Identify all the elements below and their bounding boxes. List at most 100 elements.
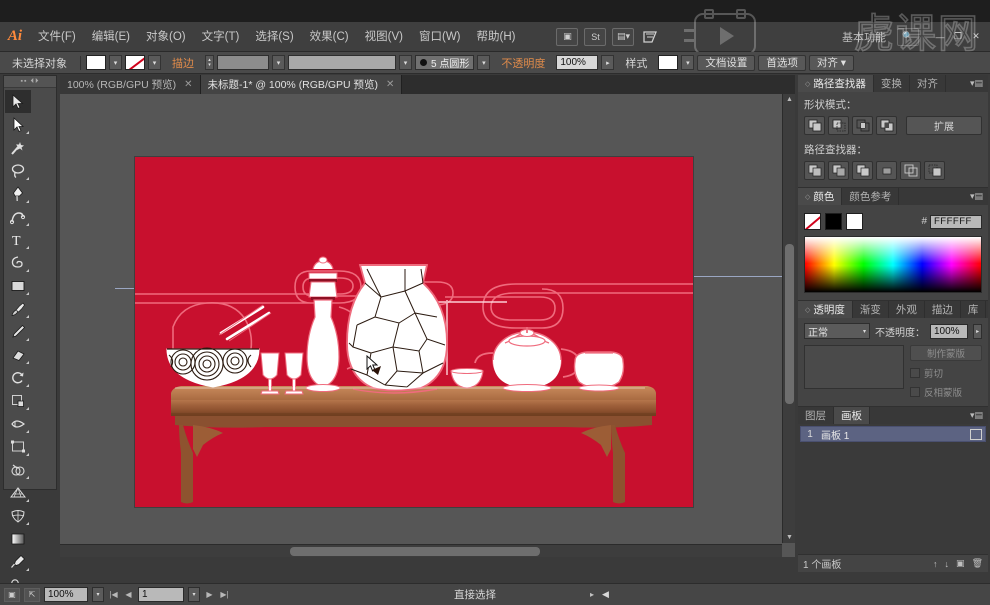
tab-transparency[interactable]: ◇ 透明度 (798, 301, 853, 318)
tab-gradient[interactable]: 渐变 (853, 301, 889, 318)
intersect-button[interactable] (852, 116, 873, 135)
prev-artboard-icon[interactable]: ◀ (123, 588, 134, 602)
tools-panel-grip[interactable]: ▪▪ ⏴⏵ (4, 76, 56, 88)
eyedropper-tool[interactable] (5, 550, 31, 573)
artboard-number-dropdown-icon[interactable]: ▾ (188, 587, 200, 602)
document-tab-2[interactable]: 未标题-1* @ 100% (RGB/GPU 预览) ✕ (200, 75, 403, 94)
panel-opacity-input[interactable]: 100% (930, 323, 969, 339)
tab-align[interactable]: 对齐 (910, 75, 946, 92)
last-artboard-icon[interactable]: ▶| (219, 588, 230, 602)
outline-button[interactable] (900, 161, 921, 180)
stock-icon[interactable]: St (584, 27, 607, 46)
export-icon[interactable]: ⇱ (24, 587, 40, 602)
invert-mask-checkbox-row[interactable]: 反相蒙版 (910, 385, 982, 399)
tab-transform[interactable]: 变换 (874, 75, 910, 92)
stroke-dropdown-icon[interactable]: ▾ (148, 55, 161, 70)
eraser-tool[interactable] (5, 343, 31, 366)
invert-mask-checkbox[interactable] (910, 387, 920, 397)
behance-icon[interactable] (640, 28, 662, 46)
artboard-canvas[interactable] (135, 157, 693, 507)
stroke-color-swatch[interactable] (125, 55, 145, 70)
curvature-tool[interactable] (5, 205, 31, 228)
trim-button[interactable] (828, 161, 849, 180)
minus-front-button[interactable] (828, 116, 849, 135)
move-up-icon[interactable]: ↑ (933, 559, 938, 569)
menu-effect[interactable]: 效果(C) (302, 22, 357, 52)
document-setup-button[interactable]: 文档设置 (697, 54, 756, 71)
gradient-tool[interactable] (5, 527, 31, 550)
zoom-level-dropdown-icon[interactable]: ▾ (92, 587, 104, 602)
status-menu-icon[interactable]: ▸ (590, 590, 594, 599)
menu-view[interactable]: 视图(V) (357, 22, 411, 52)
color-white-swatch[interactable] (846, 213, 863, 230)
artboard-number-input[interactable]: 1 (138, 587, 184, 602)
tab-layers[interactable]: 图层 (798, 407, 834, 424)
color-spectrum-ramp[interactable] (804, 236, 982, 293)
document-tab-1-close-icon[interactable]: ✕ (184, 79, 192, 90)
color-panel-menu-icon[interactable]: ▾▤ (965, 188, 988, 205)
fill-color-swatch[interactable] (86, 55, 106, 70)
bridge-icon[interactable]: ▣ (556, 27, 579, 46)
zoom-level-input[interactable]: 100% (44, 587, 88, 602)
exclude-button[interactable] (876, 116, 897, 135)
menu-help[interactable]: 帮助(H) (469, 22, 524, 52)
mesh-tool[interactable] (5, 504, 31, 527)
tab-appearance[interactable]: 外观 (889, 301, 925, 318)
selection-tool[interactable] (5, 90, 31, 113)
artboard-list[interactable]: 1 画板 1 (798, 424, 988, 554)
expand-button[interactable]: 扩展 (906, 116, 982, 135)
artboards-panel-menu-icon[interactable]: ▾▤ (965, 407, 988, 424)
line-segment-tool[interactable] (5, 251, 31, 274)
color-stroke-none-swatch[interactable] (804, 213, 821, 230)
stroke-weight-field[interactable] (217, 55, 269, 70)
document-tab-2-close-icon[interactable]: ✕ (386, 79, 394, 90)
tab-color[interactable]: ◇ 颜色 (798, 188, 843, 205)
tab-library[interactable]: 库 (961, 301, 987, 318)
minus-back-button[interactable] (924, 161, 945, 180)
direct-selection-tool[interactable] (5, 113, 31, 136)
search-icon[interactable]: 🔍 (897, 27, 919, 46)
shape-builder-tool[interactable] (5, 458, 31, 481)
menu-edit[interactable]: 编辑(E) (84, 22, 138, 52)
tab-stroke[interactable]: 描边 (925, 301, 961, 318)
blend-mode-select[interactable]: 正常 ▾ (804, 323, 870, 339)
menu-object[interactable]: 对象(O) (138, 22, 194, 52)
hex-input[interactable]: FFFFFF (930, 214, 982, 229)
workspace-switcher[interactable]: 基本功能 (834, 29, 894, 45)
rectangle-tool[interactable] (5, 274, 31, 297)
tab-color-guide[interactable]: 颜色参考 (842, 188, 900, 205)
fill-dropdown-icon[interactable]: ▾ (109, 55, 122, 70)
minimize-button[interactable]: — (932, 30, 948, 44)
fit-artboard-icon[interactable]: ▣ (4, 587, 20, 602)
graphic-style-swatch[interactable] (658, 55, 679, 70)
status-resize-icon[interactable]: ◀ (602, 589, 609, 600)
stroke-profile-dropdown-icon[interactable]: ▾ (399, 55, 412, 70)
tab-pathfinder[interactable]: ◇ 路径查找器 (798, 75, 874, 92)
first-artboard-icon[interactable]: |◀ (108, 588, 119, 602)
mask-thumbnails[interactable] (804, 345, 904, 389)
preferences-button[interactable]: 首选项 (758, 54, 806, 71)
new-artboard-icon[interactable]: ▣ (956, 558, 965, 569)
next-artboard-icon[interactable]: ▶ (204, 588, 215, 602)
pen-tool[interactable] (5, 182, 31, 205)
magic-wand-tool[interactable] (5, 136, 31, 159)
artboard-options-icon[interactable] (970, 428, 982, 440)
divide-button[interactable] (804, 161, 825, 180)
canvas-vertical-scroll-thumb[interactable] (785, 244, 794, 404)
menu-type[interactable]: 文字(T) (194, 22, 248, 52)
canvas-area[interactable]: ▲ ▼ (60, 94, 795, 557)
width-tool[interactable] (5, 412, 31, 435)
tab-graphics[interactable]: 图形 (986, 301, 990, 318)
canvas-horizontal-scroll-thumb[interactable] (290, 547, 540, 556)
stroke-profile-field[interactable] (288, 55, 396, 70)
align-dropdown-button[interactable]: 对齐 ▾ (808, 54, 855, 71)
clip-checkbox[interactable] (910, 368, 920, 378)
rotate-tool[interactable] (5, 366, 31, 389)
opacity-dropdown-icon[interactable]: ▸ (601, 55, 615, 70)
menu-select[interactable]: 选择(S) (247, 22, 301, 52)
color-black-swatch[interactable] (825, 213, 842, 230)
close-button[interactable]: ✕ (968, 30, 984, 44)
arrange-documents-icon[interactable]: ▤▾ (612, 27, 635, 46)
menu-window[interactable]: 窗口(W) (411, 22, 469, 52)
canvas-horizontal-scrollbar[interactable] (60, 544, 782, 557)
